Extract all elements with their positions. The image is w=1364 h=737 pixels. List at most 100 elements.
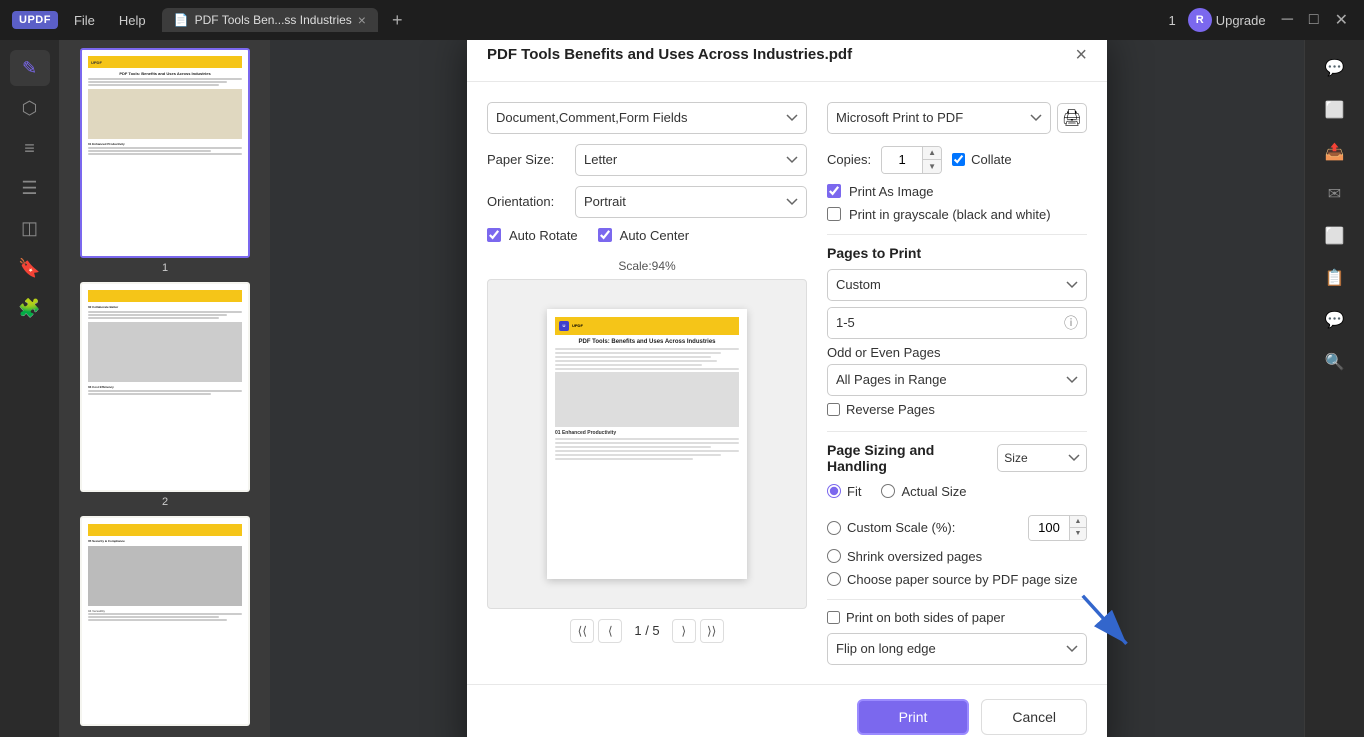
auto-rotate-label: Auto Rotate xyxy=(509,228,578,243)
pages-to-print-section: Pages to Print Custom ⓘ Odd or Even Page… xyxy=(827,245,1087,417)
choose-paper-radio[interactable] xyxy=(827,572,841,586)
close-button[interactable]: ✕ xyxy=(1331,8,1352,32)
dialog-columns: Document,Comment,Form Fields Paper Size:… xyxy=(487,102,1087,679)
upgrade-button[interactable]: R Upgrade xyxy=(1188,8,1266,32)
dialog-footer: Print Cancel xyxy=(467,684,1107,737)
auto-rotate-row: Auto Rotate xyxy=(487,228,578,243)
sizing-select[interactable]: Size xyxy=(997,444,1087,472)
fit-radio[interactable] xyxy=(827,484,841,498)
dialog-overlay: PDF Tools Benefits and Uses Across Indus… xyxy=(270,40,1304,737)
page-range-row: ⓘ xyxy=(827,307,1087,339)
page-range-input[interactable] xyxy=(828,308,1056,338)
reverse-pages-checkbox[interactable] xyxy=(827,403,840,416)
active-tab[interactable]: 📄 PDF Tools Ben...ss Industries × xyxy=(162,8,378,32)
print-grayscale-checkbox[interactable] xyxy=(827,207,841,221)
print-as-image-label: Print As Image xyxy=(849,184,934,199)
print-grayscale-row: Print in grayscale (black and white) xyxy=(827,207,1087,222)
cancel-button[interactable]: Cancel xyxy=(981,699,1087,735)
shrink-radio[interactable] xyxy=(827,549,841,563)
actual-size-radio-row: Actual Size xyxy=(881,484,966,499)
custom-scale-label: Custom Scale (%): xyxy=(847,520,955,535)
collate-checkbox[interactable] xyxy=(952,153,965,166)
thumbnail-3[interactable]: 05 Security & Compliance 04 Versatility xyxy=(68,516,262,730)
copies-spinner: ▲ ▼ xyxy=(881,146,942,174)
right-icon-search[interactable]: 🔍 xyxy=(1315,344,1355,380)
sidebar-icon-layers[interactable]: ◫ xyxy=(10,210,50,246)
custom-scale-row: Custom Scale (%): ▲ ▼ xyxy=(827,515,1087,541)
print-button[interactable]: Print xyxy=(857,699,970,735)
sizing-header: Page Sizing and Handling Size xyxy=(827,442,1087,474)
choose-paper-radio-row: Choose paper source by PDF page size xyxy=(827,572,1087,587)
sidebar-icon-list[interactable]: ≡ xyxy=(10,130,50,166)
sidebar-icon-shape[interactable]: ⬡ xyxy=(10,90,50,126)
tab-close-icon[interactable]: × xyxy=(358,12,366,28)
shrink-label: Shrink oversized pages xyxy=(847,549,982,564)
flip-select[interactable]: Flip on long edge xyxy=(827,633,1087,665)
auto-center-label: Auto Center xyxy=(620,228,689,243)
odd-even-label: Odd or Even Pages xyxy=(827,345,1087,360)
actual-size-radio[interactable] xyxy=(881,484,895,498)
print-as-image-checkbox[interactable] xyxy=(827,184,841,198)
right-icon-clipboard[interactable]: 📋 xyxy=(1315,260,1355,296)
sidebar-icon-bookmark[interactable]: 🔖 xyxy=(10,250,50,286)
left-sidebar: ✎ ⬡ ≡ ☰ ◫ 🔖 🧩 xyxy=(0,40,60,737)
printer-select[interactable]: Microsoft Print to PDF xyxy=(827,102,1051,134)
right-icon-tool[interactable]: ⬜ xyxy=(1315,92,1355,128)
minimize-button[interactable]: ─ xyxy=(1278,9,1297,31)
scale-down-arrow[interactable]: ▼ xyxy=(1070,528,1086,540)
right-icon-mail[interactable]: ✉ xyxy=(1315,176,1355,212)
scale-up-arrow[interactable]: ▲ xyxy=(1070,516,1086,529)
reverse-pages-label: Reverse Pages xyxy=(846,402,935,417)
prev-page-button[interactable]: ⟨ xyxy=(598,619,622,643)
first-page-button[interactable]: ⟨⟨ xyxy=(570,619,594,643)
copies-down-arrow[interactable]: ▼ xyxy=(923,160,941,173)
right-icon-share[interactable]: 📤 xyxy=(1315,134,1355,170)
sidebar-icon-menu[interactable]: ☰ xyxy=(10,170,50,206)
pages-select[interactable]: Custom xyxy=(827,269,1087,301)
auto-center-row: Auto Center xyxy=(598,228,689,243)
add-tab-button[interactable]: + xyxy=(386,10,409,31)
scale-input[interactable] xyxy=(1029,516,1069,540)
thumb-label-1: 1 xyxy=(162,262,168,274)
page-sizing-section: Page Sizing and Handling Size xyxy=(827,442,1087,679)
auto-rotate-checkbox[interactable] xyxy=(487,228,501,242)
sidebar-icon-plugin[interactable]: 🧩 xyxy=(10,290,50,326)
menu-file[interactable]: File xyxy=(66,9,103,32)
custom-scale-radio[interactable] xyxy=(827,521,841,535)
page-range-info-icon[interactable]: ⓘ xyxy=(1056,308,1086,338)
paper-size-select[interactable]: Letter xyxy=(575,144,807,176)
auto-center-checkbox[interactable] xyxy=(598,228,612,242)
pages-to-print-title: Pages to Print xyxy=(827,245,1087,261)
paper-size-label: Paper Size: xyxy=(487,152,567,167)
copies-row: Copies: ▲ ▼ Col xyxy=(827,146,1087,174)
dialog-close-button[interactable]: × xyxy=(1075,45,1087,65)
orientation-label: Orientation: xyxy=(487,194,567,209)
thumbnail-1[interactable]: UPDF PDF Tools: Benefits and Uses Across… xyxy=(68,48,262,274)
sidebar-icon-edit[interactable]: ✎ xyxy=(10,50,50,86)
content-type-select[interactable]: Document,Comment,Form Fields xyxy=(487,102,807,134)
copies-input[interactable] xyxy=(882,147,922,173)
right-icon-chat[interactable]: 💬 xyxy=(1315,302,1355,338)
next-page-button[interactable]: ⟩ xyxy=(672,619,696,643)
copies-up-arrow[interactable]: ▲ xyxy=(923,147,941,161)
right-icon-settings[interactable]: ⬜ xyxy=(1315,218,1355,254)
scale-label: Scale:94% xyxy=(487,259,807,273)
dialog-title: PDF Tools Benefits and Uses Across Indus… xyxy=(487,46,852,63)
page-indicator: 1 xyxy=(1168,13,1175,28)
orientation-select[interactable]: Portrait xyxy=(575,186,807,218)
menu-help[interactable]: Help xyxy=(111,9,154,32)
thumb-label-2: 2 xyxy=(162,496,168,508)
maximize-button[interactable]: □ xyxy=(1305,9,1323,31)
print-both-sides-checkbox[interactable] xyxy=(827,611,840,624)
print-dialog: PDF Tools Benefits and Uses Across Indus… xyxy=(467,40,1107,737)
thumbnail-2[interactable]: 02 Collaborate Better 03 Cost Efficiency… xyxy=(68,282,262,508)
printer-settings-button[interactable]: 🖨 xyxy=(1057,103,1087,133)
tab-label: PDF Tools Ben...ss Industries xyxy=(195,13,352,27)
pagination: ⟨⟨ ⟨ 1 / 5 ⟩ ⟩⟩ xyxy=(487,619,807,643)
last-page-button[interactable]: ⟩⟩ xyxy=(700,619,724,643)
choose-paper-label: Choose paper source by PDF page size xyxy=(847,572,1078,587)
print-both-sides-section: Print on both sides of paper Flip on lon… xyxy=(827,610,1087,679)
odd-even-select[interactable]: All Pages in Range xyxy=(827,364,1087,396)
print-both-sides-row: Print on both sides of paper xyxy=(827,610,1087,625)
right-icon-comment[interactable]: 💬 xyxy=(1315,50,1355,86)
